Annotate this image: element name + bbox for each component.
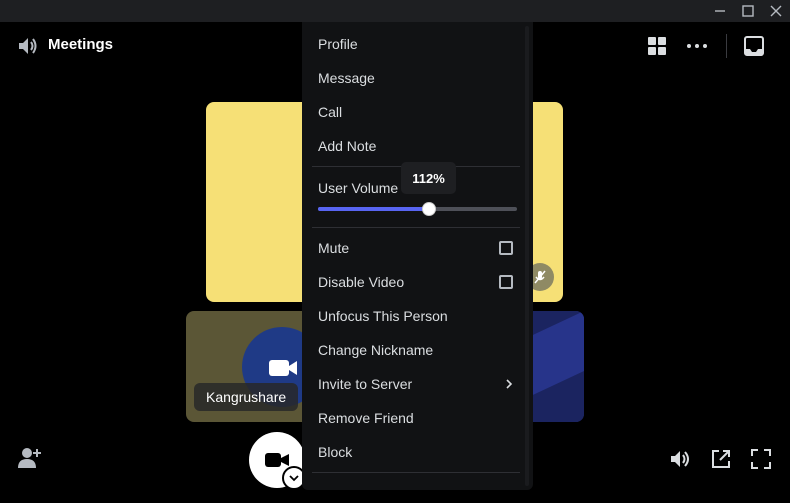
close-button[interactable] — [762, 0, 790, 22]
grid-icon[interactable] — [647, 36, 667, 56]
menu-item-message[interactable]: Message — [310, 62, 521, 94]
menu-item-mute[interactable]: Mute — [310, 232, 521, 264]
menu-item-label: Unfocus This Person — [318, 308, 448, 324]
menu-item-label: Disable Video — [318, 274, 405, 290]
menu-item-label: Block — [318, 444, 353, 460]
menu-scrollbar[interactable] — [525, 26, 529, 486]
popout-icon[interactable] — [710, 448, 732, 470]
menu-separator — [312, 227, 520, 228]
menu-item-label: Remove Friend — [318, 410, 414, 426]
muted-mic-icon — [534, 270, 546, 284]
maximize-button[interactable] — [734, 0, 762, 22]
menu-item-invite-to-server[interactable]: Invite to Server — [310, 368, 521, 400]
fullscreen-icon[interactable] — [750, 448, 772, 470]
page-title: Meetings — [48, 36, 114, 53]
user-volume-slider[interactable] — [318, 202, 517, 216]
volume-icon[interactable] — [669, 448, 693, 470]
menu-item-call[interactable]: Call — [310, 96, 521, 128]
menu-item-profile[interactable]: Profile — [310, 28, 521, 60]
menu-item-change-nickname[interactable]: Change Nickname — [310, 334, 521, 366]
menu-item-label: Invite to Server — [318, 376, 413, 392]
video-camera-icon — [265, 453, 289, 467]
more-icon[interactable] — [685, 36, 709, 56]
slider-thumb[interactable] — [422, 202, 436, 216]
user-volume-label: User Volume — [318, 180, 399, 196]
maximize-icon — [742, 5, 754, 17]
minimize-button[interactable] — [706, 0, 734, 22]
menu-item-block[interactable]: Block — [310, 436, 521, 468]
menu-item-label: Message — [318, 70, 375, 86]
menu-item-add-note[interactable]: Add Note — [310, 130, 521, 162]
menu-item-label: Add Note — [318, 138, 377, 154]
participant-name-tag: Kangrushare — [194, 383, 299, 411]
disable-video-checkbox[interactable] — [499, 275, 513, 289]
menu-item-label: Mute — [318, 240, 350, 256]
slider-fill — [318, 207, 429, 211]
menu-item-remove-friend[interactable]: Remove Friend — [310, 402, 521, 434]
menu-item-label: Call — [318, 104, 343, 120]
video-camera-icon — [269, 360, 297, 376]
chevron-down-icon — [289, 475, 299, 482]
add-user-icon[interactable] — [16, 446, 42, 470]
chevron-right-icon — [506, 379, 513, 389]
menu-item-unfocus[interactable]: Unfocus This Person — [310, 300, 521, 332]
minimize-icon — [715, 10, 725, 12]
menu-item-disable-video[interactable]: Disable Video — [310, 266, 521, 298]
speaker-icon — [19, 38, 37, 54]
title-bar — [0, 0, 790, 22]
inbox-icon[interactable] — [743, 35, 765, 57]
user-context-menu: Profile Message Call Add Note User Volum… — [302, 22, 533, 490]
menu-item-label: Change Nickname — [318, 342, 434, 358]
menu-item-label: Profile — [318, 36, 358, 52]
close-icon — [770, 5, 782, 17]
volume-tooltip: 112% — [401, 162, 456, 194]
mute-checkbox[interactable] — [499, 241, 513, 255]
menu-separator — [312, 472, 520, 473]
toolbar-divider — [726, 34, 727, 58]
